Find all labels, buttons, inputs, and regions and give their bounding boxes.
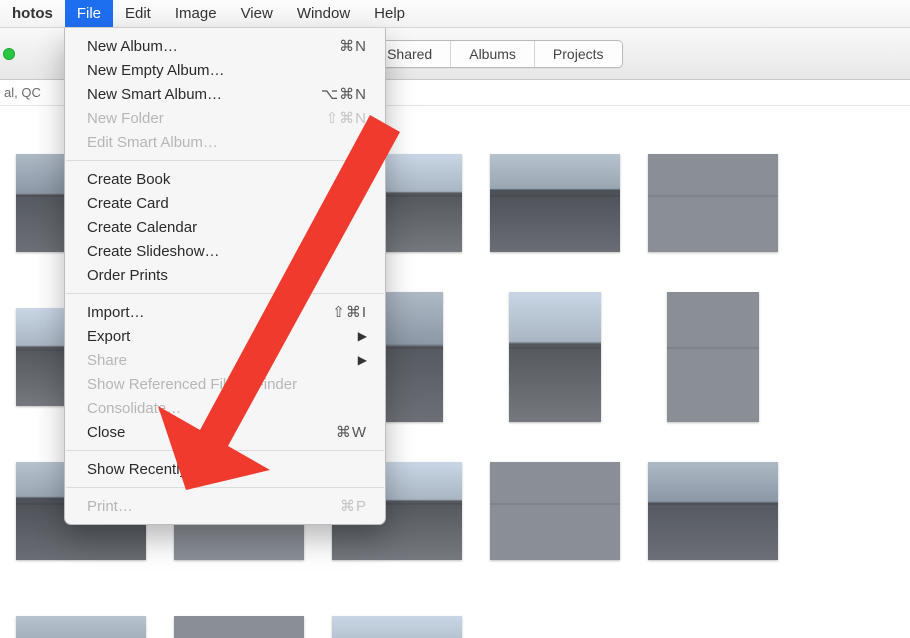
photo-placeholder	[648, 154, 778, 252]
menu-item-label: Close	[87, 424, 125, 441]
menu-item: Show Referenced File in Finder	[65, 372, 385, 396]
photo-placeholder	[490, 154, 620, 252]
menu-item[interactable]: New Album… ⌘N	[65, 34, 385, 58]
menu-item-label: New Smart Album…	[87, 86, 222, 103]
menu-item: Consolidate…	[65, 396, 385, 420]
menu-item[interactable]: Show Recently Deleted	[65, 457, 385, 481]
menu-item-label: Import…	[87, 304, 145, 321]
menu-item: Print… ⌘P	[65, 494, 385, 518]
photo-thumbnail[interactable]	[174, 600, 304, 638]
menu-item[interactable]: Import… ⇧⌘I	[65, 300, 385, 324]
menu-item-label: New Folder	[87, 110, 164, 127]
tab-projects[interactable]: Projects	[535, 41, 622, 67]
submenu-arrow-icon: ▶	[358, 353, 367, 367]
menu-item-label: Create Book	[87, 171, 170, 188]
menu-separator	[66, 487, 384, 488]
menu-app-name[interactable]: hotos	[0, 0, 65, 27]
window-traffic-lights[interactable]	[3, 48, 15, 60]
menu-item-shortcut: ⇧⌘I	[332, 303, 367, 321]
menu-item-shortcut: ⌘W	[336, 423, 367, 441]
menu-item[interactable]: Create Book	[65, 167, 385, 191]
menu-window[interactable]: Window	[285, 0, 362, 27]
photo-placeholder	[490, 462, 620, 560]
menu-item-label: Share	[87, 352, 127, 369]
photo-placeholder	[667, 292, 759, 422]
photo-placeholder	[174, 616, 304, 638]
photo-thumbnail[interactable]	[648, 446, 778, 576]
menu-item-label: Show Recently Deleted	[87, 461, 243, 478]
menu-item: Edit Smart Album…	[65, 130, 385, 154]
menu-item-shortcut: ⌘P	[340, 497, 367, 515]
menu-help[interactable]: Help	[362, 0, 417, 27]
file-menu-dropdown: New Album… ⌘N New Empty Album… New Smart Al…	[64, 28, 386, 525]
menu-view[interactable]: View	[229, 0, 285, 27]
photo-placeholder	[16, 616, 146, 638]
photo-thumbnail[interactable]	[490, 138, 620, 268]
menubar: hotos File Edit Image View Window Help	[0, 0, 910, 28]
menu-item-shortcut: ⌘N	[339, 37, 367, 55]
menu-item-label: Create Card	[87, 195, 169, 212]
menu-item[interactable]: Create Calendar	[65, 215, 385, 239]
menu-item-label: Create Slideshow…	[87, 243, 220, 260]
photo-thumbnail[interactable]	[332, 600, 462, 638]
submenu-arrow-icon: ▶	[358, 329, 367, 343]
menu-separator	[66, 450, 384, 451]
breadcrumb-text: al, QC	[4, 85, 41, 100]
menu-item: Share ▶	[65, 348, 385, 372]
menu-separator	[66, 160, 384, 161]
menu-item[interactable]: Order Prints	[65, 263, 385, 287]
menu-item-label: Order Prints	[87, 267, 168, 284]
photo-thumbnail[interactable]	[490, 292, 620, 422]
photo-thumbnail[interactable]	[490, 446, 620, 576]
menu-image[interactable]: Image	[163, 0, 229, 27]
menu-item[interactable]: New Empty Album…	[65, 58, 385, 82]
menu-file[interactable]: File	[65, 0, 113, 27]
menu-item-label: Show Referenced File in Finder	[87, 376, 297, 393]
menu-item: New Folder ⇧⌘N	[65, 106, 385, 130]
menu-item-label: New Empty Album…	[87, 62, 225, 79]
menu-item-shortcut: ⌥⌘N	[321, 85, 367, 103]
menu-separator	[66, 293, 384, 294]
menu-item[interactable]: Export ▶	[65, 324, 385, 348]
menu-item-label: Create Calendar	[87, 219, 197, 236]
menu-item-label: New Album…	[87, 38, 178, 55]
photo-placeholder	[509, 292, 601, 422]
photo-placeholder	[332, 616, 462, 638]
menu-item[interactable]: New Smart Album… ⌥⌘N	[65, 82, 385, 106]
photo-thumbnail[interactable]	[648, 292, 778, 422]
photo-placeholder	[648, 462, 778, 560]
menu-item[interactable]: Create Slideshow…	[65, 239, 385, 263]
menu-item[interactable]: Create Card	[65, 191, 385, 215]
menu-item[interactable]: Close ⌘W	[65, 420, 385, 444]
tab-albums[interactable]: Albums	[451, 41, 535, 67]
photo-thumbnail[interactable]	[16, 600, 146, 638]
menu-item-label: Export	[87, 328, 130, 345]
menu-edit[interactable]: Edit	[113, 0, 163, 27]
menu-item-label: Print…	[87, 498, 133, 515]
menu-item-label: Edit Smart Album…	[87, 134, 218, 151]
menu-item-label: Consolidate…	[87, 400, 181, 417]
traffic-light-icon[interactable]	[3, 48, 15, 60]
menu-item-shortcut: ⇧⌘N	[326, 109, 367, 127]
photo-thumbnail[interactable]	[648, 138, 778, 268]
